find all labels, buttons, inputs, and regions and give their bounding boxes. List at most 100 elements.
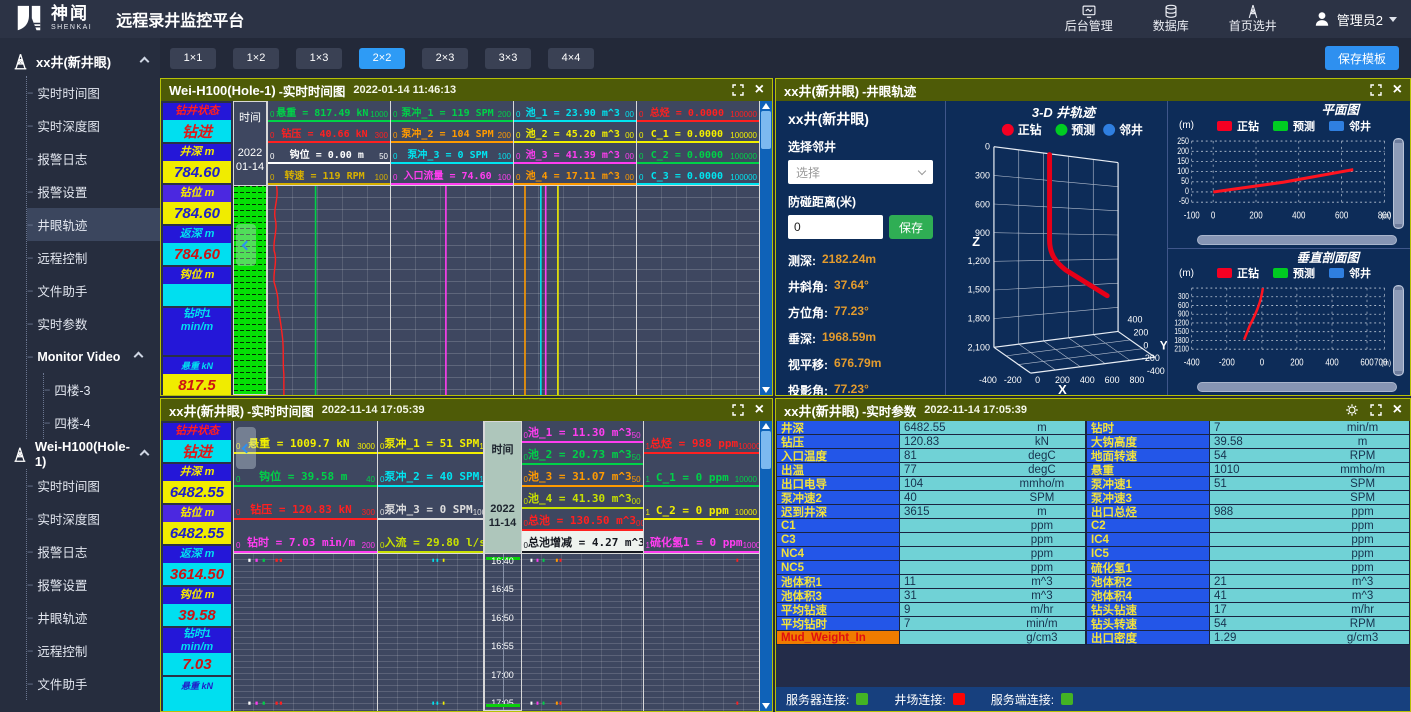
expand-icon[interactable] [1370,84,1382,96]
user-menu[interactable]: 管理员2 [1313,10,1397,29]
param-name-cell: 泵冲速1 [1086,477,1210,491]
curve-header: 0入流 = 29.80 l/s90 [378,520,483,553]
svg-text:X: X [1058,382,1067,395]
param-label: 钩位 m [163,587,231,604]
collapse-handle[interactable] [236,427,256,469]
legend-item: 正钻 [1217,118,1259,134]
layout-button[interactable]: 4×4 [548,48,594,69]
param-value: 784.60 [163,202,231,224]
sidebar-item-camera[interactable]: --四楼-4 [44,406,160,439]
panel-header: xx井(新井眼) -实时时间图 2022-11-14 17:05:39 × [161,399,772,421]
sidebar-item[interactable]: --报警设置 [27,175,160,208]
sidebar-item-camera[interactable]: --四楼-3 [44,373,160,406]
expand-icon[interactable] [1370,404,1382,416]
chart-scrollbar[interactable] [760,101,772,395]
sidebar-item[interactable]: --文件助手 [27,667,160,700]
close-icon[interactable]: × [755,402,764,418]
layout-button[interactable]: 2×3 [422,48,468,69]
scroll-thumb[interactable] [761,431,771,469]
sidebar-item[interactable]: --实时深度图 [27,502,160,535]
close-icon[interactable]: × [755,82,764,98]
plan-horizontal-scrollbar[interactable] [1197,235,1397,245]
sidebar-item[interactable]: --文件助手 [27,274,160,307]
plan-vertical-scrollbar[interactable] [1393,138,1404,229]
scroll-down-icon[interactable] [762,703,770,709]
sidebar-item[interactable]: --报警设置 [27,568,160,601]
chart-scrollbar[interactable] [760,421,772,711]
sidebar-item[interactable]: --远程控制 [27,634,160,667]
menu-admin[interactable]: 后台管理 [1065,4,1113,33]
vertical-section-view: 垂直剖面图 (m) 正钻预测邻井 [1168,248,1410,396]
param-value: 3614.50 [163,563,231,585]
well-node-2[interactable]: Wei-H100(Hole-1) [8,439,160,469]
layout-button[interactable]: 1×2 [233,48,279,69]
save-template-button[interactable]: 保存模板 [1325,46,1399,70]
offset-well-select[interactable]: 选择 [788,160,933,184]
param-row: 钻井状态 钻进 [163,423,231,462]
sidebar-item[interactable]: --实时时间图 [27,76,160,109]
table-row: C3 ppm IC4 ppm [776,533,1410,547]
svg-text:300: 300 [975,170,990,180]
close-icon[interactable]: × [1393,402,1402,418]
expand-icon[interactable] [732,404,744,416]
svg-text:50: 50 [1181,176,1189,186]
layout-button[interactable]: 1×1 [170,48,216,69]
menu-database[interactable]: 数据库 [1153,4,1189,33]
anticollision-distance-input[interactable] [788,215,883,239]
sidebar-item[interactable]: --井眼轨迹 [27,601,160,634]
time-chart-area: 时间 202201-14 0悬重 = 817.49 kN10000钻压 = 40… [233,101,772,395]
param-name-cell: 井深 [776,421,900,435]
param-name-cell: C3 [776,533,900,547]
gear-icon[interactable] [1345,403,1359,417]
save-distance-button[interactable]: 保存 [889,215,933,239]
menu-well-select[interactable]: 首页选井 [1229,4,1277,33]
sidebar-item[interactable]: --实时深度图 [27,109,160,142]
layout-button[interactable]: 2×2 [359,48,405,69]
collapse-chevron-icon[interactable] [140,56,150,66]
param-column: 钻井状态 钻进 井深 m 784.60 钻位 m [161,101,233,395]
sidebar-item[interactable]: --实时参数 [27,307,160,340]
param-value-cell: ppm [1210,547,1410,561]
param-label: 钩位 m [163,267,231,284]
sidebar-item[interactable]: --井眼轨迹 [27,208,160,241]
close-icon[interactable]: × [1393,82,1402,98]
svg-text:预测: 预测 [1071,123,1095,137]
sidebar-item[interactable]: --远程控制 [27,241,160,274]
param-name-cell: 池体积3 [776,589,900,603]
svg-text:-400: -400 [1184,357,1200,368]
collapse-chevron-icon[interactable] [140,449,150,459]
scroll-down-icon[interactable] [762,387,770,393]
expand-icon[interactable] [732,84,744,96]
layout-button[interactable]: 3×3 [485,48,531,69]
scroll-up-icon[interactable] [762,103,770,109]
table-row: 井深 6482.55m 钻时 7min/m [776,421,1410,435]
curve-header: 0泵冲_3 = 0 SPM100 [391,143,513,164]
collapse-chevron-icon[interactable] [134,352,144,362]
sidebar-item[interactable]: --实时时间图 [27,469,160,502]
curve-header: 0池_2 = 45.20 m^300 [514,122,636,143]
curve-header: 0总池 = 130.50 m^300 [522,509,643,531]
sidebar-item-monitor-video[interactable]: --Monitor Video [27,340,160,373]
panel-title: xx井(新井眼) [169,401,244,420]
track-gas: 0总烃 = 0.00001000000C_1 = 0.00001000000C_… [637,101,760,395]
chevron-left-icon [241,241,251,251]
well-node-1[interactable]: xx井(新井眼) [8,46,160,76]
param-row: 悬重 kN [163,677,231,711]
vertical-section-horizontal-scrollbar[interactable] [1197,382,1397,392]
table-row: 入口温度 81degC 地面转速 54RPM [776,449,1410,463]
sidebar-item[interactable]: --报警日志 [27,142,160,175]
scroll-thumb[interactable] [761,111,771,149]
curve-header: 0池_1 = 11.30 m^350 [522,421,643,443]
layout-button[interactable]: 1×3 [296,48,342,69]
panel-time-chart-2: xx井(新井眼) -实时时间图 2022-11-14 17:05:39 × [160,398,773,712]
status-indicator [953,693,965,705]
well-1-items: --实时时间图 --实时深度图 --报警日志 --报警设置 --井眼轨迹 --远… [26,76,160,340]
param-value-cell: 104mmho/m [900,477,1086,491]
table-row: 钻压 120.83kN 大钩高度 39.58m [776,435,1410,449]
collapse-handle[interactable] [236,224,256,266]
vertical-section-scrollbar[interactable] [1393,285,1404,376]
legend-item: 预测 [1273,118,1315,134]
sidebar-item[interactable]: --报警日志 [27,535,160,568]
param-value: 817.5 [163,374,231,395]
scroll-up-icon[interactable] [762,423,770,429]
